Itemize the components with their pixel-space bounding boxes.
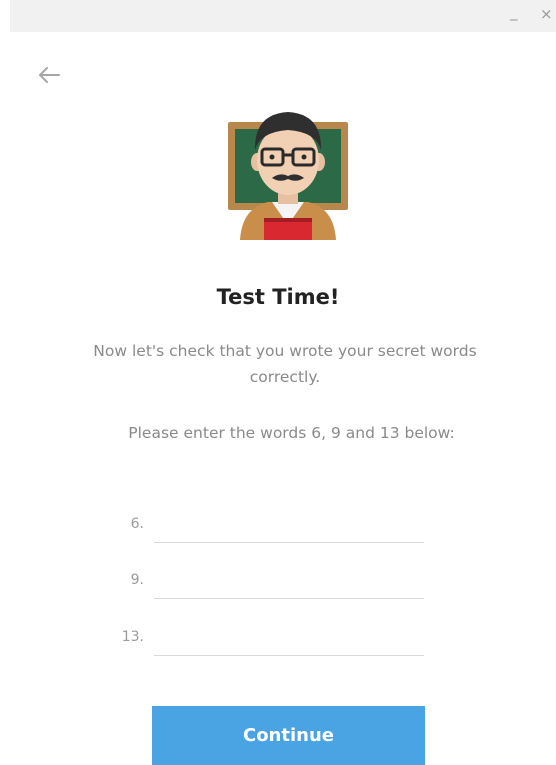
teacher-emoji-icon — [226, 100, 350, 240]
word-13-input[interactable] — [154, 625, 424, 656]
word-number-label: 6. — [130, 516, 144, 532]
window-titlebar: _ × — [10, 0, 556, 32]
minimize-button[interactable]: _ — [510, 2, 518, 22]
continue-button[interactable]: Continue — [152, 706, 425, 765]
word-number-label: 13. — [121, 629, 144, 645]
word-row: 13. — [100, 625, 430, 657]
close-button[interactable]: × — [540, 4, 553, 24]
back-arrow-icon[interactable] — [34, 60, 64, 90]
word-9-input[interactable] — [154, 568, 424, 599]
word-number-label: 9. — [130, 572, 144, 588]
word-6-input[interactable] — [154, 512, 424, 543]
instruction-text: Please enter the words 6, 9 and 13 below… — [128, 424, 455, 442]
word-row: 9. — [100, 568, 430, 600]
word-row: 6. — [100, 512, 430, 544]
description-text: Now let's check that you wrote your secr… — [93, 342, 477, 386]
page-title: Test Time! — [216, 285, 340, 309]
